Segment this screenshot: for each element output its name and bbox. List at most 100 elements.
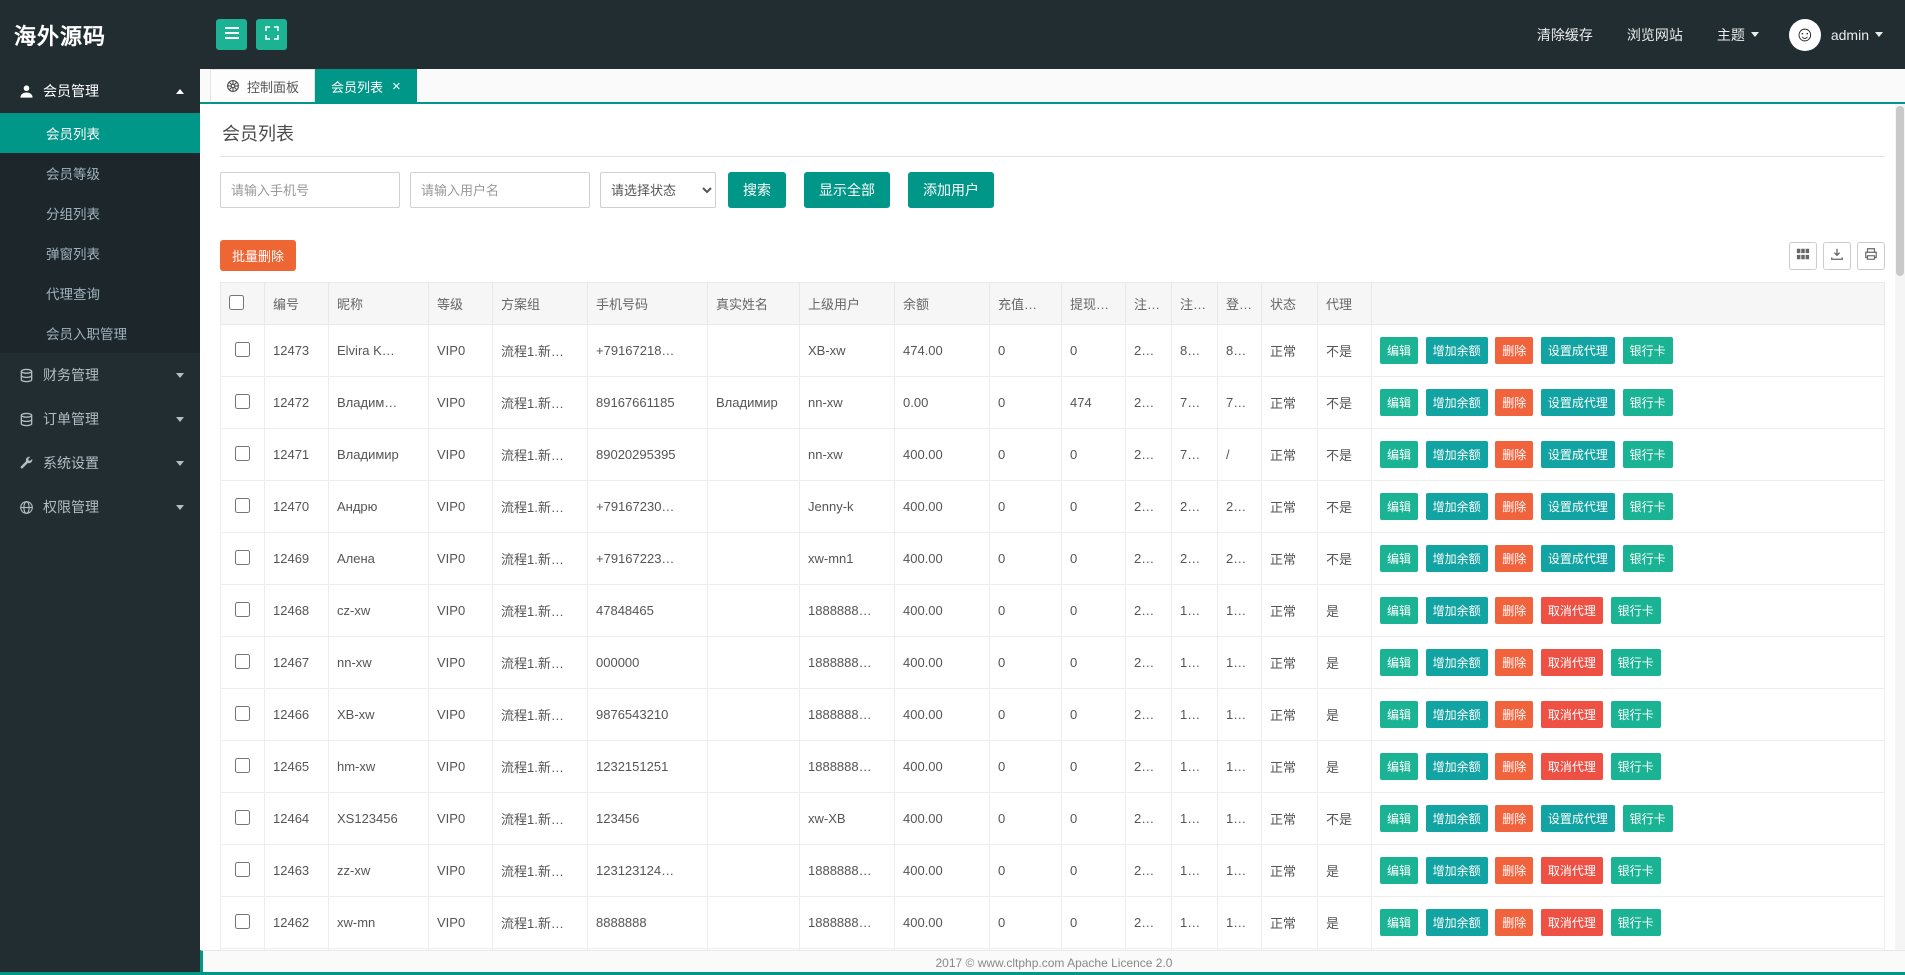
delete-button[interactable]: 删除 bbox=[1495, 337, 1534, 364]
row-checkbox[interactable] bbox=[235, 705, 250, 721]
agent-toggle-button[interactable]: 取消代理 bbox=[1540, 649, 1603, 676]
row-checkbox[interactable] bbox=[235, 913, 250, 929]
bank-card-button[interactable]: 银行卡 bbox=[1610, 753, 1661, 780]
theme-dropdown[interactable]: 主题 bbox=[1717, 25, 1759, 45]
bank-card-button[interactable]: 银行卡 bbox=[1610, 649, 1661, 676]
sidebar-group-orders[interactable]: 订单管理 bbox=[0, 397, 200, 441]
agent-toggle-button[interactable]: 取消代理 bbox=[1540, 597, 1603, 624]
add-balance-button[interactable]: 增加余额 bbox=[1425, 441, 1488, 468]
agent-toggle-button[interactable]: 取消代理 bbox=[1540, 909, 1603, 936]
add-balance-button[interactable]: 增加余额 bbox=[1425, 909, 1488, 936]
edit-button[interactable]: 编辑 bbox=[1380, 545, 1419, 572]
delete-button[interactable]: 删除 bbox=[1495, 753, 1534, 780]
bank-card-button[interactable]: 银行卡 bbox=[1622, 441, 1673, 468]
bank-card-button[interactable]: 银行卡 bbox=[1610, 909, 1661, 936]
sidebar-item-member-entry[interactable]: 会员入职管理 bbox=[0, 313, 200, 353]
delete-button[interactable]: 删除 bbox=[1495, 649, 1534, 676]
delete-button[interactable]: 删除 bbox=[1495, 857, 1534, 884]
edit-button[interactable]: 编辑 bbox=[1380, 909, 1419, 936]
agent-toggle-button[interactable]: 设置成代理 bbox=[1540, 441, 1615, 468]
agent-toggle-button[interactable]: 设置成代理 bbox=[1540, 493, 1615, 520]
scrollbar-thumb[interactable] bbox=[1896, 106, 1904, 276]
bank-card-button[interactable]: 银行卡 bbox=[1622, 493, 1673, 520]
add-balance-button[interactable]: 增加余额 bbox=[1425, 857, 1488, 884]
delete-button[interactable]: 删除 bbox=[1495, 493, 1534, 520]
delete-button[interactable]: 删除 bbox=[1495, 389, 1534, 416]
row-checkbox[interactable] bbox=[235, 393, 250, 409]
bank-card-button[interactable]: 银行卡 bbox=[1610, 857, 1661, 884]
columns-toggle-button[interactable] bbox=[1789, 241, 1817, 270]
batch-delete-button[interactable]: 批量删除 bbox=[220, 240, 297, 271]
add-balance-button[interactable]: 增加余额 bbox=[1425, 389, 1488, 416]
sidebar-group-members[interactable]: 会员管理 bbox=[0, 69, 200, 113]
bank-card-button[interactable]: 银行卡 bbox=[1622, 805, 1673, 832]
clear-cache-link[interactable]: 清除缓存 bbox=[1537, 25, 1593, 45]
edit-button[interactable]: 编辑 bbox=[1380, 597, 1419, 624]
print-button[interactable] bbox=[1857, 241, 1885, 270]
add-balance-button[interactable]: 增加余额 bbox=[1425, 493, 1488, 520]
bank-card-button[interactable]: 银行卡 bbox=[1622, 389, 1673, 416]
row-checkbox[interactable] bbox=[235, 549, 250, 565]
delete-button[interactable]: 删除 bbox=[1495, 701, 1534, 728]
delete-button[interactable]: 删除 bbox=[1495, 441, 1534, 468]
edit-button[interactable]: 编辑 bbox=[1380, 805, 1419, 832]
sidebar-item-popup-list[interactable]: 弹窗列表 bbox=[0, 233, 200, 273]
agent-toggle-button[interactable]: 设置成代理 bbox=[1540, 545, 1615, 572]
row-checkbox[interactable] bbox=[235, 601, 250, 617]
show-all-button[interactable]: 显示全部 bbox=[804, 172, 890, 208]
browse-site-link[interactable]: 浏览网站 bbox=[1627, 25, 1683, 45]
sidebar-item-agent-query[interactable]: 代理查询 bbox=[0, 273, 200, 313]
add-balance-button[interactable]: 增加余额 bbox=[1425, 753, 1488, 780]
agent-toggle-button[interactable]: 设置成代理 bbox=[1540, 337, 1615, 364]
edit-button[interactable]: 编辑 bbox=[1380, 337, 1419, 364]
agent-toggle-button[interactable]: 取消代理 bbox=[1540, 701, 1603, 728]
phone-input[interactable] bbox=[220, 172, 400, 208]
row-checkbox[interactable] bbox=[235, 653, 250, 669]
select-all-checkbox[interactable] bbox=[229, 294, 244, 310]
agent-toggle-button[interactable]: 取消代理 bbox=[1540, 753, 1603, 780]
add-balance-button[interactable]: 增加余额 bbox=[1425, 805, 1488, 832]
row-checkbox[interactable] bbox=[235, 757, 250, 773]
agent-toggle-button[interactable]: 取消代理 bbox=[1540, 857, 1603, 884]
close-icon[interactable]: × bbox=[392, 79, 401, 94]
delete-button[interactable]: 删除 bbox=[1495, 545, 1534, 572]
row-checkbox[interactable] bbox=[235, 809, 250, 825]
tab-dashboard[interactable]: 控制面板 bbox=[210, 69, 316, 102]
sidebar-group-settings[interactable]: 系统设置 bbox=[0, 441, 200, 485]
bank-card-button[interactable]: 银行卡 bbox=[1610, 701, 1661, 728]
sidebar-item-member-list[interactable]: 会员列表 bbox=[0, 113, 200, 153]
tab-member-list[interactable]: 会员列表 × bbox=[315, 69, 417, 102]
sidebar-toggle-button[interactable] bbox=[216, 19, 247, 50]
row-checkbox[interactable] bbox=[235, 341, 250, 357]
delete-button[interactable]: 删除 bbox=[1495, 805, 1534, 832]
edit-button[interactable]: 编辑 bbox=[1380, 493, 1419, 520]
status-select[interactable]: 请选择状态 bbox=[600, 172, 716, 208]
edit-button[interactable]: 编辑 bbox=[1380, 753, 1419, 780]
add-user-button[interactable]: 添加用户 bbox=[908, 172, 994, 208]
row-checkbox[interactable] bbox=[235, 445, 250, 461]
sidebar-item-member-level[interactable]: 会员等级 bbox=[0, 153, 200, 193]
add-balance-button[interactable]: 增加余额 bbox=[1425, 545, 1488, 572]
bank-card-button[interactable]: 银行卡 bbox=[1610, 597, 1661, 624]
delete-button[interactable]: 删除 bbox=[1495, 597, 1534, 624]
agent-toggle-button[interactable]: 设置成代理 bbox=[1540, 389, 1615, 416]
user-dropdown[interactable]: admin bbox=[1831, 27, 1883, 43]
row-checkbox[interactable] bbox=[235, 861, 250, 877]
delete-button[interactable]: 删除 bbox=[1495, 909, 1534, 936]
add-balance-button[interactable]: 增加余额 bbox=[1425, 649, 1488, 676]
edit-button[interactable]: 编辑 bbox=[1380, 389, 1419, 416]
edit-button[interactable]: 编辑 bbox=[1380, 649, 1419, 676]
bank-card-button[interactable]: 银行卡 bbox=[1622, 337, 1673, 364]
sidebar-group-finance[interactable]: 财务管理 bbox=[0, 353, 200, 397]
scrollbar[interactable] bbox=[1895, 104, 1905, 950]
add-balance-button[interactable]: 增加余额 bbox=[1425, 597, 1488, 624]
edit-button[interactable]: 编辑 bbox=[1380, 441, 1419, 468]
row-checkbox[interactable] bbox=[235, 497, 250, 513]
search-button[interactable]: 搜索 bbox=[728, 172, 786, 208]
username-input[interactable] bbox=[410, 172, 590, 208]
edit-button[interactable]: 编辑 bbox=[1380, 701, 1419, 728]
agent-toggle-button[interactable]: 设置成代理 bbox=[1540, 805, 1615, 832]
fullscreen-button[interactable] bbox=[256, 19, 287, 50]
sidebar-group-permissions[interactable]: 权限管理 bbox=[0, 485, 200, 529]
add-balance-button[interactable]: 增加余额 bbox=[1425, 701, 1488, 728]
